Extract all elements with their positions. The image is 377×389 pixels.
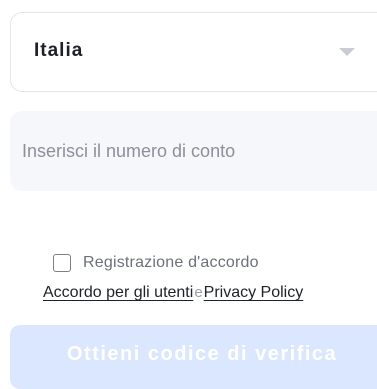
privacy-policy-link[interactable]: Privacy Policy xyxy=(204,284,304,302)
agreement-checkbox[interactable] xyxy=(53,254,71,272)
country-select[interactable]: Italia xyxy=(10,12,377,92)
agreement-row: Registrazione d'accordo xyxy=(53,252,259,274)
get-verification-code-button[interactable]: Ottieni codice di verifica xyxy=(10,325,377,389)
get-verification-code-label: Ottieni codice di verifica xyxy=(67,342,338,365)
agreement-label: Registrazione d'accordo xyxy=(83,254,259,271)
country-select-value: Italia xyxy=(34,40,84,61)
links-separator: e xyxy=(194,284,203,301)
chevron-down-icon xyxy=(339,48,355,56)
account-number-field xyxy=(10,111,377,191)
account-number-input[interactable] xyxy=(10,111,377,191)
user-agreement-link[interactable]: Accordo per gli utenti xyxy=(43,284,193,302)
agreement-links: Accordo per gli utenti e Privacy Policy xyxy=(43,284,303,302)
